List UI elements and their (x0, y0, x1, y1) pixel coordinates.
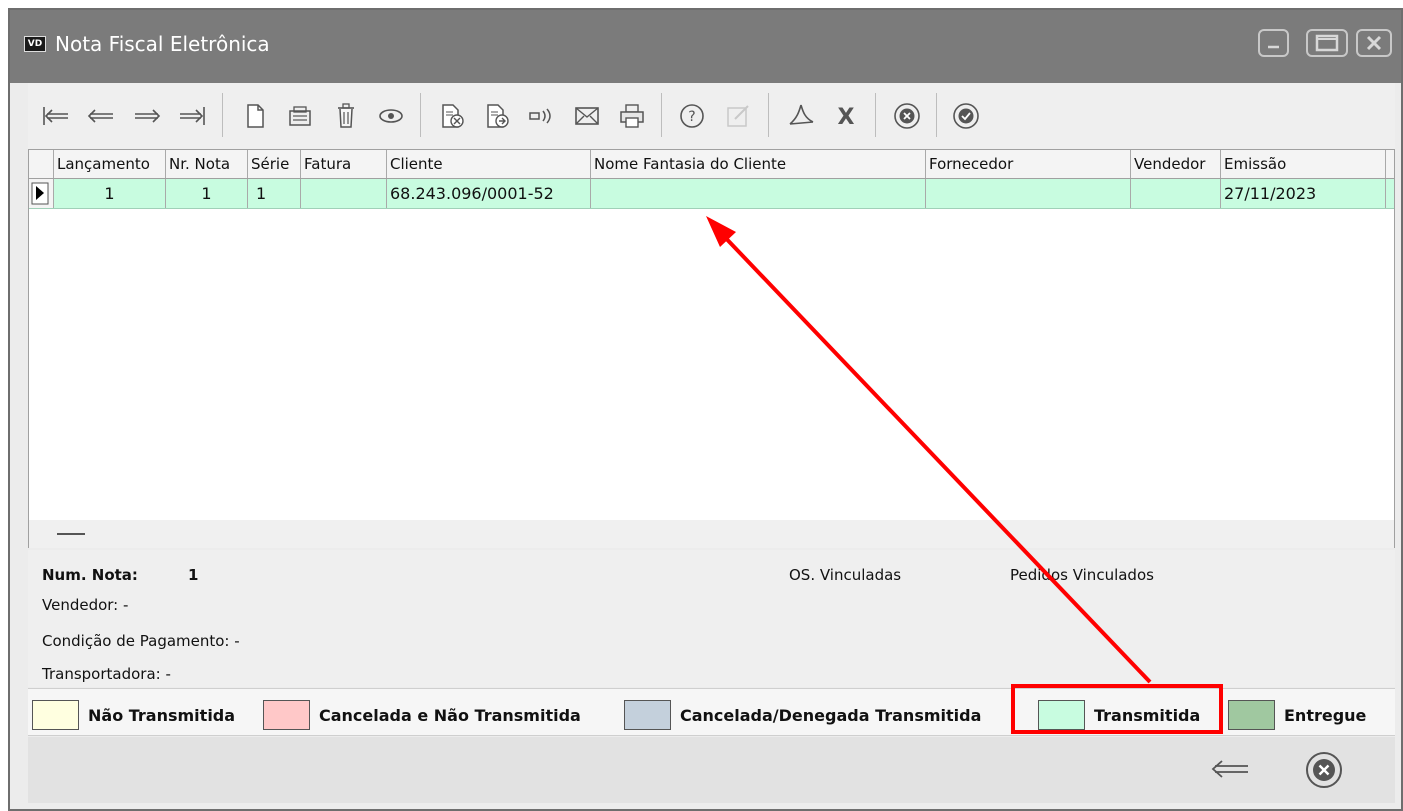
view-icon[interactable] (373, 98, 409, 134)
column-header-cliente[interactable]: Cliente (387, 150, 591, 178)
svg-text:X: X (838, 105, 855, 130)
next-record-icon[interactable] (129, 98, 165, 134)
last-record-icon[interactable] (174, 98, 210, 134)
column-header-serie[interactable]: Série (248, 150, 301, 178)
cell-nr-nota[interactable]: 1 (166, 179, 248, 208)
maximize-button[interactable] (1306, 29, 1348, 57)
condicao-pagamento-text: Condição de Pagamento: - (42, 632, 240, 650)
cell-serie[interactable]: 1 (248, 179, 301, 208)
help-icon[interactable]: ? (674, 98, 710, 134)
cell-nome-fantasia[interactable] (591, 179, 926, 208)
vendedor-text: Vendedor: - (42, 596, 129, 614)
close-circle-icon (1306, 752, 1342, 788)
toolbar: ? X (28, 83, 1395, 149)
grid-splitter[interactable] (29, 520, 1394, 548)
close-form-button[interactable] (1302, 749, 1346, 791)
first-record-icon[interactable] (38, 98, 74, 134)
edit-icon[interactable] (282, 98, 318, 134)
cell-emissao[interactable]: 27/11/2023 (1221, 179, 1386, 208)
column-header-nr-nota[interactable]: Nr. Nota (166, 150, 248, 178)
close-circle-icon[interactable] (889, 98, 925, 134)
back-arrow-icon (1211, 760, 1248, 778)
cell-fatura[interactable] (301, 179, 387, 208)
legend-label-entregue: Entregue (1284, 706, 1367, 725)
excel-icon[interactable]: X (828, 98, 864, 134)
maximize-icon (1315, 34, 1339, 52)
column-header-lancamento[interactable]: Lançamento (54, 150, 166, 178)
column-header-nome-fantasia[interactable]: Nome Fantasia do Cliente (591, 150, 926, 178)
back-button[interactable] (1208, 751, 1252, 787)
legend-swatch-nao-transmitida (32, 700, 79, 730)
table-row[interactable]: 1 1 1 68.243.096/0001-52 27/11/2023 (29, 179, 1394, 209)
details-panel: Num. Nota: 1 Vendedor: - Condição de Pag… (28, 550, 1395, 687)
current-row-arrow-icon (31, 182, 49, 205)
pdf-icon[interactable] (783, 98, 819, 134)
print-icon[interactable] (614, 98, 650, 134)
row-indicator (29, 179, 54, 208)
legend-swatch-transmitida (1038, 700, 1085, 730)
cell-vendedor[interactable] (1131, 179, 1221, 208)
status-legend: Não Transmitida Cancelada e Não Transmit… (28, 688, 1395, 736)
column-header-fornecedor[interactable]: Fornecedor (926, 150, 1131, 178)
minimize-button[interactable] (1258, 29, 1289, 57)
num-nota-value: 1 (188, 566, 199, 584)
cell-lancamento[interactable]: 1 (54, 179, 166, 208)
legend-label-transmitida: Transmitida (1094, 706, 1201, 725)
svg-text:?: ? (688, 109, 695, 125)
row-indicator-header (29, 150, 54, 178)
legend-swatch-entregue (1228, 700, 1275, 730)
disabled-edit-icon (720, 98, 756, 134)
column-header-vendedor[interactable]: Vendedor (1131, 150, 1221, 178)
cell-cliente[interactable]: 68.243.096/0001-52 (387, 179, 591, 208)
confirm-check-icon[interactable] (948, 98, 984, 134)
cell-fornecedor[interactable] (926, 179, 1131, 208)
os-vinculadas-label: OS. Vinculadas (789, 566, 902, 584)
num-nota-label: Num. Nota: (42, 566, 138, 584)
minimize-icon (1268, 45, 1279, 49)
new-document-icon[interactable] (237, 98, 273, 134)
bottom-action-bar (28, 737, 1395, 803)
pedidos-vinculados-label: Pedidos Vinculados (1010, 566, 1154, 584)
column-header-fatura[interactable]: Fatura (301, 150, 387, 178)
broadcast-icon[interactable] (524, 98, 560, 134)
legend-label-cancelada-nao-transmitida: Cancelada e Não Transmitida (319, 706, 581, 725)
delete-icon[interactable] (328, 98, 364, 134)
title-bar[interactable]: VD Nota Fiscal Eletrônica (10, 10, 1401, 83)
column-header-emissao[interactable]: Emissão (1221, 150, 1386, 178)
notes-grid: Lançamento Nr. Nota Série Fatura Cliente… (28, 149, 1395, 548)
grid-header: Lançamento Nr. Nota Série Fatura Cliente… (29, 150, 1394, 179)
splitter-handle-icon (57, 533, 85, 535)
nfe-window: VD Nota Fiscal Eletrônica ? X Lançamento… (8, 8, 1403, 811)
app-logo-icon: VD (24, 36, 46, 52)
legend-swatch-cancelada-denegada (624, 700, 671, 730)
close-window-button[interactable] (1356, 29, 1392, 57)
legend-swatch-cancelada-nao-transmitida (263, 700, 310, 730)
previous-record-icon[interactable] (83, 98, 119, 134)
transmit-document-icon[interactable] (479, 98, 515, 134)
legend-label-cancelada-denegada: Cancelada/Denegada Transmitida (680, 706, 982, 725)
window-title: Nota Fiscal Eletrônica (55, 32, 270, 56)
legend-label-nao-transmitida: Não Transmitida (88, 706, 236, 725)
transportadora-text: Transportadora: - (42, 665, 171, 683)
email-icon[interactable] (569, 98, 605, 134)
close-icon (1366, 35, 1382, 51)
cancel-document-icon[interactable] (434, 98, 470, 134)
